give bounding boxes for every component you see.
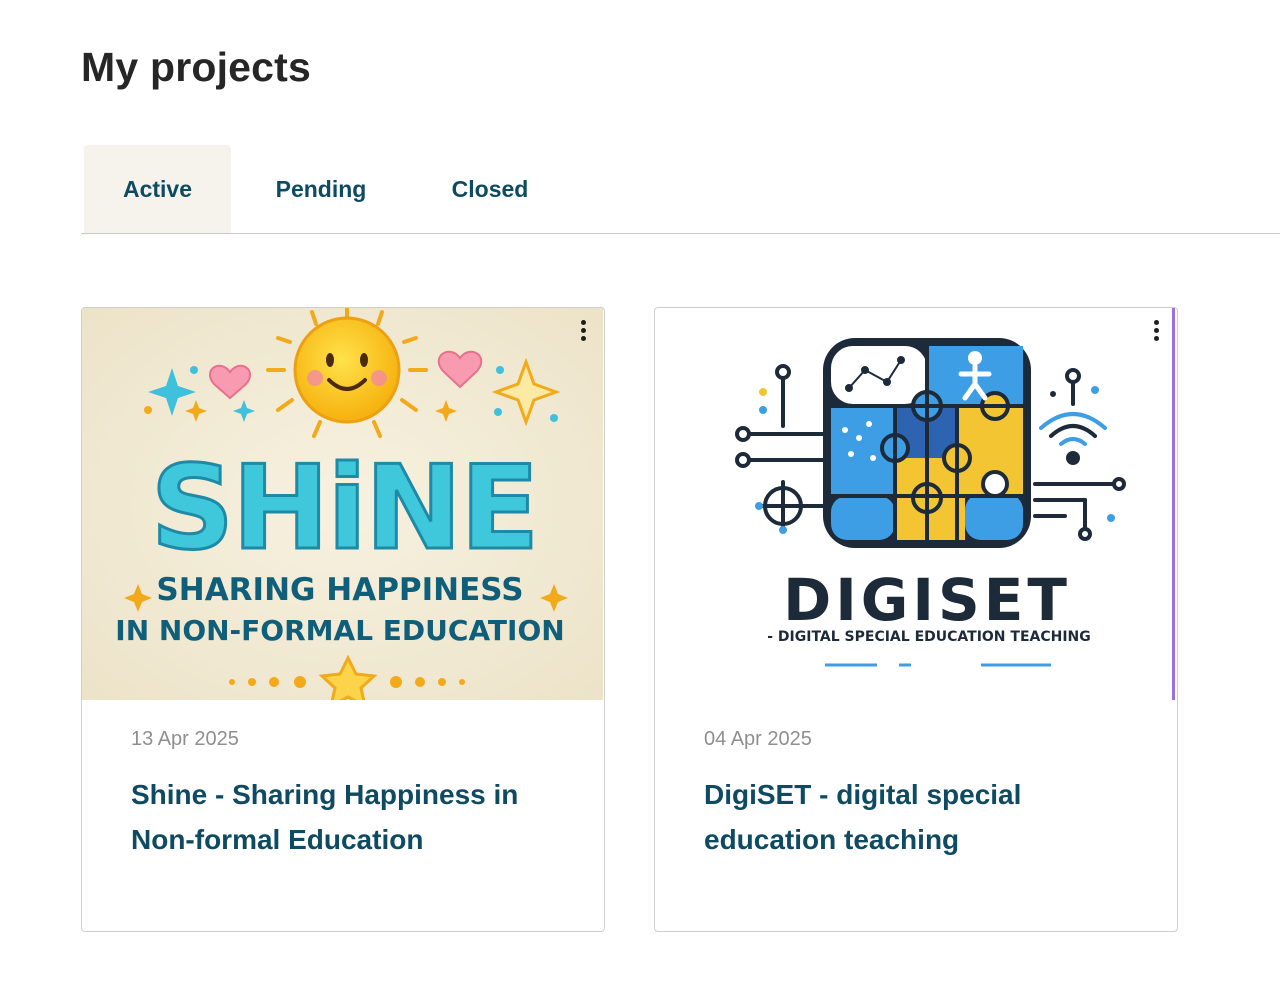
shine-logo-text: SHiNE <box>151 441 538 576</box>
shine-logo-line2: IN NON-FORMAL EDUCATION <box>115 614 564 647</box>
tab-pending[interactable]: Pending <box>241 145 401 233</box>
project-date: 04 Apr 2025 <box>704 728 812 750</box>
digiset-logo-subtitle: - DIGITAL SPECIAL EDUCATION TEACHING <box>767 629 1091 645</box>
tab-active[interactable]: Active <box>84 145 231 233</box>
project-title[interactable]: Shine - Sharing Happiness in Non-formal … <box>131 772 571 862</box>
project-card-digiset[interactable]: DIGISET - DIGITAL SPECIAL EDUCATION TEAC… <box>654 307 1178 932</box>
project-date: 13 Apr 2025 <box>131 728 239 750</box>
smiling-sun-icon <box>293 316 401 424</box>
page-title: My projects <box>81 44 312 90</box>
project-tabs: Active Pending Closed <box>81 145 1280 234</box>
more-vertical-icon[interactable] <box>576 316 590 344</box>
more-vertical-icon[interactable] <box>1149 316 1163 344</box>
project-image-shine: SHiNE SHARING HAPPINESS IN NON-FORMAL ED… <box>82 308 603 700</box>
shine-logo-line1: SHARING HAPPINESS <box>156 572 523 608</box>
project-title[interactable]: DigiSET - digital special education teac… <box>704 772 1144 862</box>
project-card-shine[interactable]: SHiNE SHARING HAPPINESS IN NON-FORMAL ED… <box>81 307 605 932</box>
digiset-logo-text: DIGISET <box>783 566 1071 634</box>
projects-page: My projects Active Pending Closed SHiNE … <box>0 0 1280 992</box>
card-accent-line <box>1172 308 1175 700</box>
puzzle-icon <box>823 338 1031 548</box>
tab-closed[interactable]: Closed <box>411 145 569 233</box>
project-image-digiset: DIGISET - DIGITAL SPECIAL EDUCATION TEAC… <box>655 308 1176 700</box>
